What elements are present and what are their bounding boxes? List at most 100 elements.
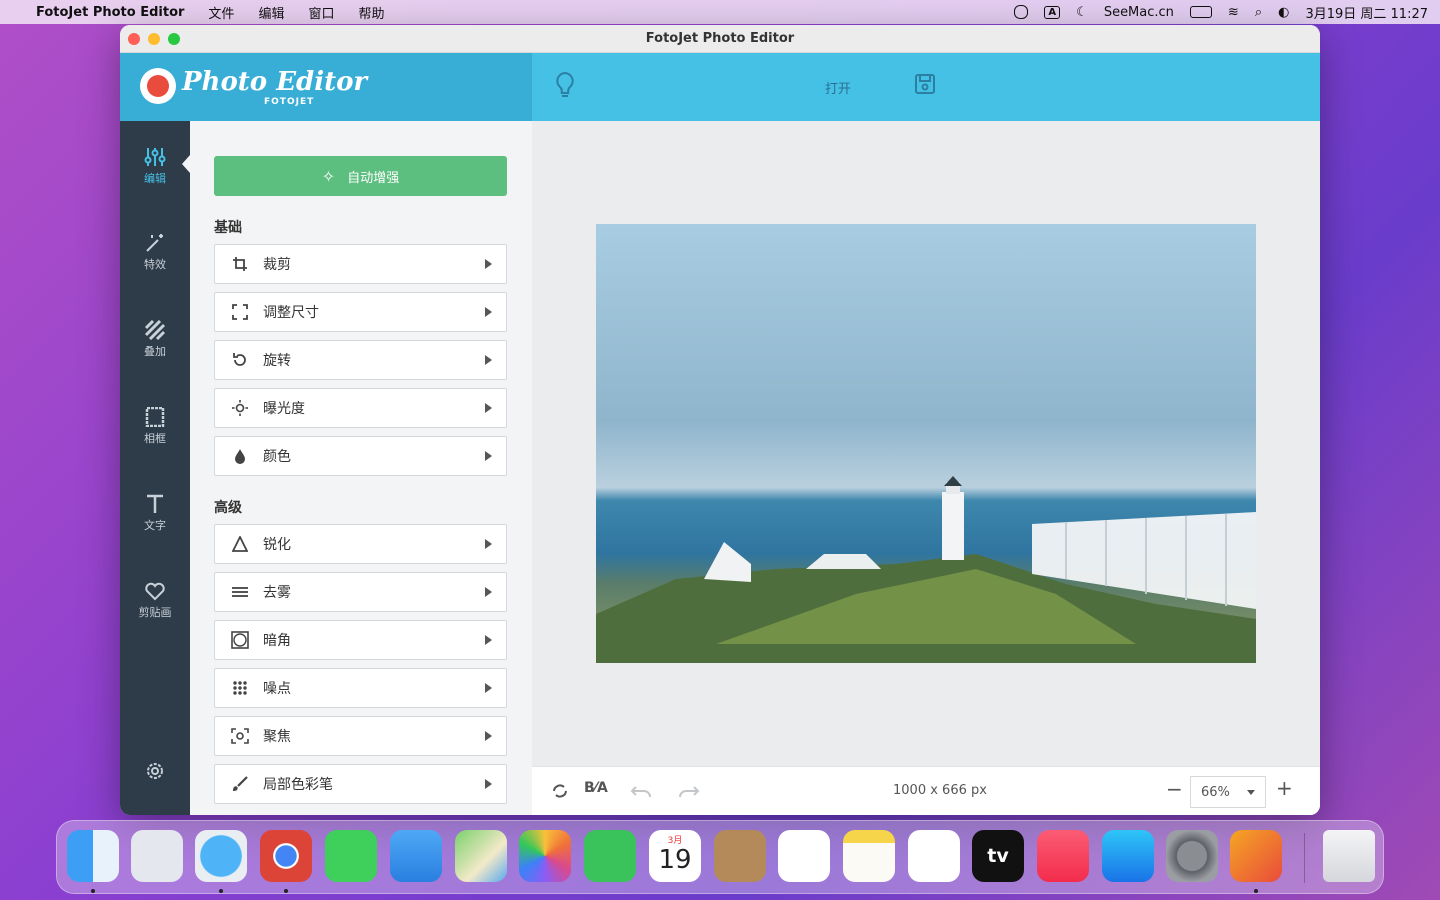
running-indicator: [91, 889, 95, 893]
bottom-bar: B⁄A 1000 x 666 px − 66% +: [532, 766, 1320, 815]
menu-window[interactable]: 窗口: [308, 3, 334, 22]
finder-icon[interactable]: [67, 830, 119, 882]
nav-frame[interactable]: 相框: [120, 407, 190, 446]
tool-vignette-label: 暗角: [263, 633, 291, 649]
tool-color-brush[interactable]: 局部色彩笔: [214, 764, 507, 804]
drop-icon: [231, 448, 249, 464]
control-center-icon[interactable]: ◐: [1278, 5, 1289, 20]
expand-arrow-icon: [485, 403, 492, 413]
input-method-indicator[interactable]: A: [1044, 5, 1061, 19]
flip-rotate-icon[interactable]: [550, 781, 570, 801]
open-button[interactable]: 打开: [825, 78, 851, 97]
advanced-section-title: 高级: [214, 500, 242, 516]
expand-arrow-icon: [485, 259, 492, 269]
tool-focus[interactable]: 聚焦: [214, 716, 507, 756]
overlay-stripes-icon: [144, 320, 166, 340]
messages-icon[interactable]: [325, 830, 377, 882]
redo-icon[interactable]: [678, 783, 700, 799]
app-store-icon[interactable]: [1102, 830, 1154, 882]
tool-dehaze[interactable]: 去雾: [214, 572, 507, 612]
mail-icon[interactable]: [390, 830, 442, 882]
lighthouse-photo[interactable]: [596, 224, 1256, 663]
nav-clipart-label: 剪贴画: [138, 606, 172, 619]
facetime-icon[interactable]: [584, 830, 636, 882]
nav-overlay-label: 叠加: [144, 345, 166, 358]
expand-arrow-icon: [485, 307, 492, 317]
tool-sharpen-label: 锐化: [263, 537, 291, 553]
nav-frame-label: 相框: [144, 432, 166, 445]
tool-noise-label: 噪点: [263, 681, 291, 697]
trash-icon[interactable]: [1323, 830, 1375, 882]
canvas-area: [532, 121, 1320, 766]
expand-arrow-icon: [485, 451, 492, 461]
noise-icon: [231, 680, 249, 696]
wifi-icon[interactable]: ≋: [1228, 5, 1239, 20]
close-window-button[interactable]: [128, 33, 140, 45]
fotojet-app-icon[interactable]: [1230, 830, 1282, 882]
calendar-icon[interactable]: 3月 19: [649, 830, 701, 882]
menubar-site[interactable]: SeeMac.cn: [1104, 5, 1174, 20]
menu-help[interactable]: 帮助: [358, 3, 384, 22]
maps-icon[interactable]: [455, 830, 507, 882]
tool-color[interactable]: 颜色: [214, 436, 507, 476]
side-nav: 编辑 特效 叠加 相框 文字 剪贴画: [120, 121, 190, 815]
tv-label: tv: [987, 845, 1009, 867]
menubar-clock[interactable]: 3月19日 周二 11:27: [1305, 3, 1428, 22]
minimize-window-button[interactable]: [148, 33, 160, 45]
tv-icon[interactable]: tv: [972, 830, 1024, 882]
focus-icon: [231, 728, 249, 744]
menu-file[interactable]: 文件: [208, 3, 234, 22]
contacts-icon[interactable]: [714, 830, 766, 882]
heart-icon: [145, 582, 165, 601]
reminders-icon[interactable]: [778, 830, 830, 882]
expand-arrow-icon: [485, 587, 492, 597]
undo-icon[interactable]: [630, 783, 652, 799]
nav-overlay[interactable]: 叠加: [120, 320, 190, 359]
music-icon[interactable]: [1037, 830, 1089, 882]
tool-vignette[interactable]: 暗角: [214, 620, 507, 660]
compare-ba-icon[interactable]: B⁄A: [584, 780, 608, 796]
auto-enhance-button[interactable]: ✧ 自动增强: [214, 156, 507, 196]
tool-noise[interactable]: 噪点: [214, 668, 507, 708]
tool-resize[interactable]: 调整尺寸: [214, 292, 507, 332]
zoom-window-button[interactable]: [168, 33, 180, 45]
zoom-in-button[interactable]: +: [1276, 776, 1293, 800]
zoom-out-button[interactable]: −: [1166, 777, 1183, 801]
lightbulb-icon[interactable]: [554, 71, 576, 101]
tool-crop[interactable]: 裁剪: [214, 244, 507, 284]
battery-icon[interactable]: [1189, 6, 1212, 18]
safari-icon[interactable]: [195, 830, 247, 882]
moon-icon[interactable]: ☾: [1076, 5, 1088, 20]
expand-arrow-icon: [485, 539, 492, 549]
system-preferences-icon[interactable]: [1166, 830, 1218, 882]
status-menu-icon[interactable]: [1014, 5, 1029, 19]
brightness-icon: [231, 400, 249, 416]
menu-edit[interactable]: 编辑: [258, 3, 284, 22]
tool-rotate[interactable]: 旋转: [214, 340, 507, 380]
fotojet-logo-icon: [140, 68, 176, 104]
tool-exposure[interactable]: 曝光度: [214, 388, 507, 428]
tool-sharpen[interactable]: 锐化: [214, 524, 507, 564]
tool-exposure-label: 曝光度: [263, 401, 305, 417]
zoom-select[interactable]: 66%: [1190, 776, 1266, 808]
settings-gear-icon[interactable]: [144, 760, 166, 782]
launchpad-icon[interactable]: [131, 830, 183, 882]
expand-arrow-icon: [485, 731, 492, 741]
spotlight-search-icon[interactable]: ⌕: [1255, 5, 1262, 20]
tool-color-brush-label: 局部色彩笔: [263, 777, 333, 793]
haze-icon: [231, 584, 249, 600]
menu-app-name[interactable]: FotoJet Photo Editor: [36, 5, 184, 20]
chrome-icon[interactable]: [260, 830, 312, 882]
save-icon[interactable]: [914, 73, 936, 95]
photos-icon[interactable]: [519, 830, 571, 882]
sliders-icon: [144, 148, 166, 166]
nav-clipart[interactable]: 剪贴画: [120, 581, 190, 620]
notes-icon[interactable]: [843, 830, 895, 882]
zoom-value: 66%: [1201, 784, 1230, 800]
nav-edit[interactable]: 编辑: [120, 147, 190, 186]
nav-text[interactable]: 文字: [120, 494, 190, 533]
nav-effects[interactable]: 特效: [120, 233, 190, 272]
freeform-icon[interactable]: [908, 830, 960, 882]
auto-enhance-label: 自动增强: [347, 170, 400, 186]
nav-effects-label: 特效: [144, 258, 166, 271]
